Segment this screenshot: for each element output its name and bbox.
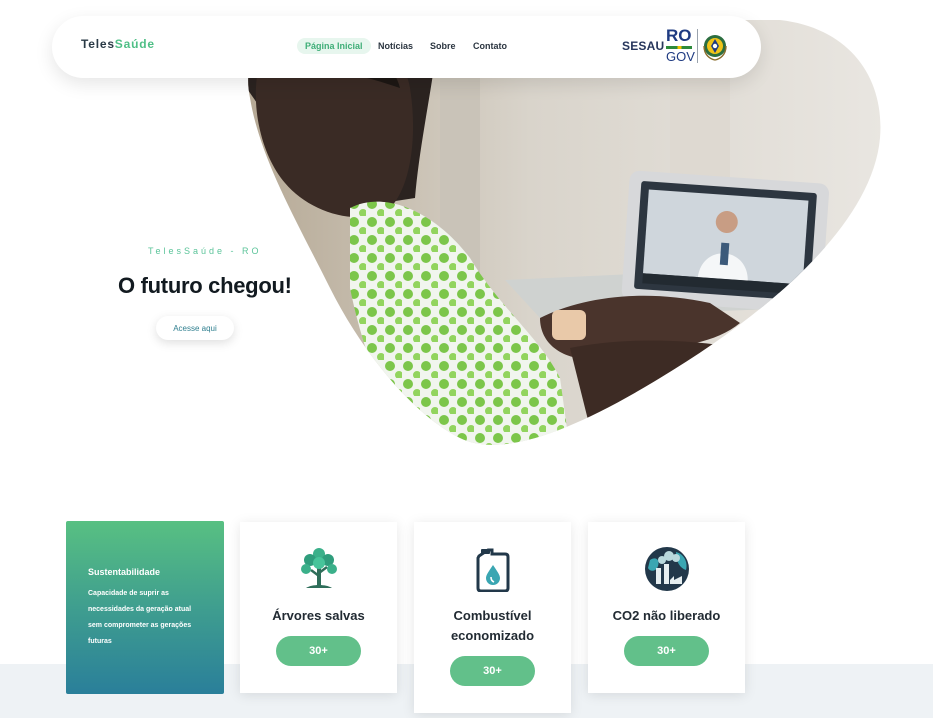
sustainability-card: Sustentabilidade Capacidade de suprir as… xyxy=(66,521,224,694)
stat-value-co2-button[interactable]: 30+ xyxy=(624,636,709,666)
sustainability-title: Sustentabilidade xyxy=(88,567,161,577)
tree-icon xyxy=(301,548,337,588)
navbar: TelesSaúde Página Inicial Notícias Sobre… xyxy=(52,16,761,78)
stat-card-trees: Árvores salvas 30+ xyxy=(240,522,397,693)
stat-label-co2: CO2 não liberado xyxy=(612,608,721,623)
stat-label-fuel: Combustível economizado xyxy=(450,608,535,643)
factory-globe-icon xyxy=(645,547,689,591)
fuel-can-icon xyxy=(476,548,510,592)
stat-label-trees: Árvores salvas xyxy=(272,608,365,623)
nav-link-home[interactable]: Página Inicial xyxy=(297,38,371,54)
stat-card-fuel: Combustível economizado 30+ xyxy=(414,522,571,713)
stat-value-fuel-button[interactable]: 30+ xyxy=(450,656,535,686)
hero-title: O futuro chegou! xyxy=(118,273,292,298)
government-logos: SESAU RO GOV xyxy=(622,26,732,68)
logo-divider xyxy=(697,29,698,63)
stat-card-co2: CO2 não liberado 30+ xyxy=(588,522,745,693)
hero-image xyxy=(248,19,881,445)
ro-logo-text: RO xyxy=(666,26,692,45)
sustainability-text: Capacidade de suprir as necessidades da … xyxy=(88,590,192,645)
brand-logo-part2: Saúde xyxy=(114,37,155,51)
nav-link-contact[interactable]: Contato xyxy=(473,41,507,51)
gov-logo-text: GOV xyxy=(666,49,695,64)
state-crest-icon xyxy=(703,35,727,61)
sesau-logo-text: SESAU xyxy=(622,39,665,53)
stat-value-trees-button[interactable]: 30+ xyxy=(276,636,361,666)
access-here-button[interactable]: Acesse aqui xyxy=(156,316,234,340)
nav-link-news[interactable]: Notícias xyxy=(378,41,413,51)
hero-kicker: TelesSaúde - RO xyxy=(148,246,262,256)
nav-link-about[interactable]: Sobre xyxy=(430,41,456,51)
brand-logo-part1: Teles xyxy=(81,37,115,51)
brand-logo[interactable]: TelesSaúde xyxy=(81,37,155,51)
